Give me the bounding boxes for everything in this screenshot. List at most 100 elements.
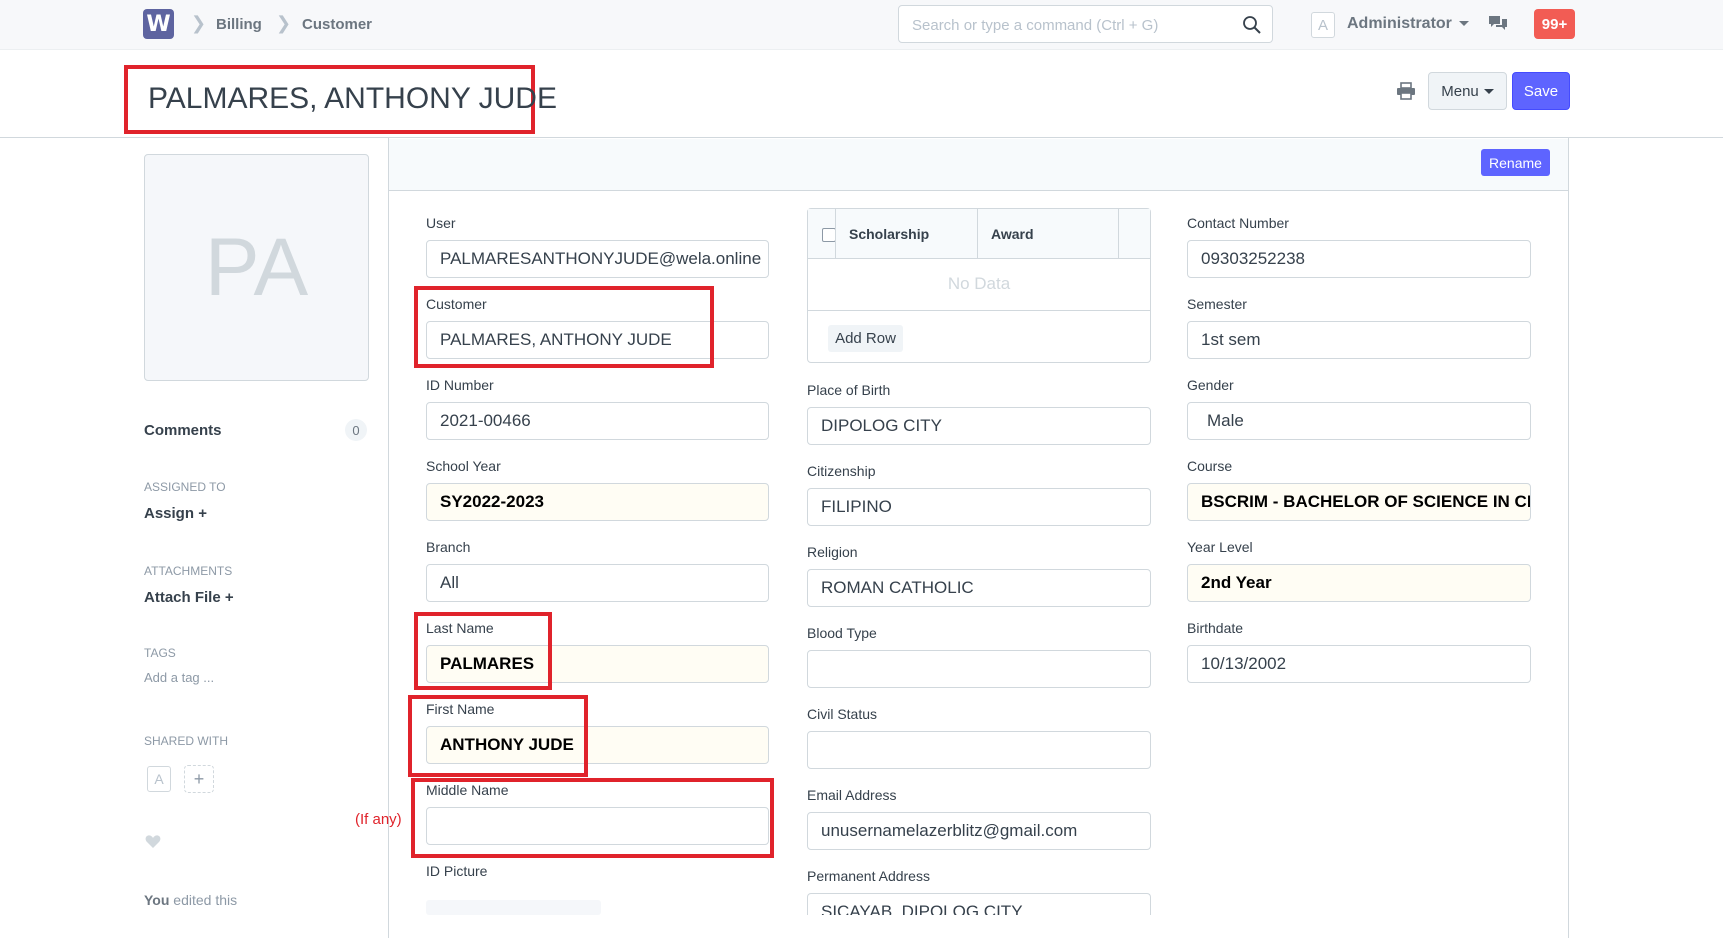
profile-image-placeholder[interactable]: PA — [144, 154, 369, 381]
activity-action: edited this — [173, 892, 238, 908]
activity-text: You edited this — [144, 892, 237, 908]
page-title: PALMARES, ANTHONY JUDE — [148, 82, 557, 115]
gender-label: Gender — [1187, 377, 1234, 393]
tags-label: TAGS — [144, 646, 176, 660]
user-name: Administrator — [1347, 15, 1452, 32]
navbar: W ❯ Billing ❯ Customer Search or type a … — [0, 0, 1723, 50]
assign-label: Assign — [144, 505, 195, 522]
search-icon[interactable] — [1242, 15, 1262, 35]
rename-button[interactable]: Rename — [1481, 149, 1550, 176]
birthdate-label: Birthdate — [1187, 620, 1244, 636]
permanent-address-label: Permanent Address — [807, 868, 930, 884]
citizenship-field[interactable]: FILIPINO — [807, 488, 1151, 526]
search-input[interactable]: Search or type a command (Ctrl + G) — [898, 5, 1273, 43]
column-divider — [835, 209, 836, 259]
school-year-field[interactable]: SY2022-2023 — [426, 483, 769, 521]
customer-highlight-box — [414, 286, 714, 368]
id-number-field[interactable]: 2021-00466 — [426, 402, 769, 440]
birthdate-field[interactable]: 10/13/2002 — [1187, 645, 1531, 683]
citizenship-label: Citizenship — [807, 463, 876, 479]
civil-status-field[interactable] — [807, 731, 1151, 769]
activity-user: You — [144, 892, 170, 908]
plus-icon: + — [193, 768, 205, 789]
title-highlight-box: PALMARES, ANTHONY JUDE — [124, 65, 557, 134]
chat-icon[interactable] — [1487, 14, 1509, 34]
user-menu[interactable]: Administrator — [1347, 15, 1469, 33]
school-year-label: School Year — [426, 458, 501, 474]
middle-name-highlight-box — [411, 778, 774, 858]
app-logo[interactable]: W — [143, 9, 174, 39]
menu-button-label: Menu — [1441, 82, 1479, 100]
column-header-scholarship: Scholarship — [849, 226, 930, 242]
attach-file-label: Attach File — [144, 589, 221, 606]
select-all-checkbox[interactable] — [822, 228, 836, 242]
add-share-button[interactable]: + — [184, 765, 214, 793]
breadcrumb-customer[interactable]: Customer — [302, 16, 372, 33]
religion-label: Religion — [807, 544, 858, 560]
scholarship-table: Scholarship Award No Data Add Row — [807, 208, 1151, 363]
place-of-birth-field[interactable]: DIPOLOG CITY — [807, 407, 1151, 445]
notification-badge[interactable]: 99+ — [1534, 9, 1575, 39]
id-number-label: ID Number — [426, 377, 494, 393]
assign-button[interactable]: Assign + — [144, 505, 207, 522]
semester-field[interactable]: 1st sem — [1187, 321, 1531, 359]
printer-icon[interactable] — [1396, 82, 1416, 100]
email-address-field[interactable]: unusernamelazerblitz@gmail.com — [807, 812, 1151, 850]
semester-label: Semester — [1187, 296, 1247, 312]
religion-field[interactable]: ROMAN CATHOLIC — [807, 569, 1151, 607]
assigned-to-label: ASSIGNED TO — [144, 480, 226, 494]
contact-number-field[interactable]: 09303252238 — [1187, 240, 1531, 278]
plus-icon: + — [198, 505, 207, 522]
comments-link[interactable]: Comments — [144, 422, 222, 439]
chevron-right-icon: ❯ — [276, 13, 292, 33]
permanent-address-value: SICAYAB, DIPOLOG CITY — [821, 902, 1023, 915]
column-header-award: Award — [991, 226, 1034, 242]
column-divider — [977, 209, 978, 259]
branch-field[interactable]: All — [426, 564, 769, 602]
breadcrumb-billing[interactable]: Billing — [216, 16, 262, 33]
shared-user-avatar[interactable]: A — [147, 766, 171, 792]
place-of-birth-label: Place of Birth — [807, 382, 891, 398]
caret-down-icon — [1458, 21, 1469, 27]
year-level-field[interactable]: 2nd Year — [1187, 564, 1531, 602]
blood-type-label: Blood Type — [807, 625, 877, 641]
plus-icon: + — [224, 589, 234, 606]
caret-down-icon — [1483, 88, 1494, 94]
course-field[interactable]: BSCRIM - BACHELOR OF SCIENCE IN CRIMINOL… — [1187, 483, 1531, 521]
table-divider — [808, 310, 1150, 311]
email-address-label: Email Address — [807, 787, 897, 803]
id-picture-label: ID Picture — [426, 863, 488, 879]
year-level-label: Year Level — [1187, 539, 1253, 555]
branch-label: Branch — [426, 539, 471, 555]
shared-with-label: SHARED WITH — [144, 734, 228, 748]
heart-icon[interactable] — [145, 834, 161, 849]
attach-file-button[interactable]: Attach File + — [144, 589, 234, 606]
chevron-right-icon: ❯ — [191, 13, 207, 33]
page-head: PALMARES, ANTHONY JUDE Menu Save — [0, 50, 1723, 138]
form-toolbar — [389, 139, 1568, 191]
avatar-initials: PA — [204, 221, 309, 313]
id-picture-upload[interactable] — [426, 900, 601, 915]
attachments-label: ATTACHMENTS — [144, 564, 233, 578]
permanent-address-field[interactable]: SICAYAB, DIPOLOG CITY — [807, 893, 1151, 915]
middle-name-note: (If any) — [355, 811, 402, 828]
add-tag-link[interactable]: Add a tag ... — [144, 670, 214, 685]
scholarship-table-header: Scholarship Award — [808, 209, 1150, 259]
last-name-highlight-box — [414, 612, 552, 690]
save-button[interactable]: Save — [1512, 72, 1570, 110]
civil-status-label: Civil Status — [807, 706, 878, 722]
user-field[interactable]: PALMARESANTHONYJUDE@wela.online — [426, 240, 769, 278]
comments-count-badge: 0 — [345, 419, 367, 441]
course-label: Course — [1187, 458, 1233, 474]
contact-number-label: Contact Number — [1187, 215, 1289, 231]
user-avatar[interactable]: A — [1311, 12, 1335, 38]
blood-type-field[interactable] — [807, 650, 1151, 688]
column-divider — [1118, 209, 1119, 259]
add-row-button[interactable]: Add Row — [828, 325, 903, 352]
empty-table-text: No Data — [947, 274, 1011, 293]
search-placeholder: Search or type a command (Ctrl + G) — [912, 17, 1159, 34]
gender-select[interactable]: Male — [1187, 402, 1531, 440]
user-label: User — [426, 215, 456, 231]
menu-button[interactable]: Menu — [1428, 72, 1507, 110]
first-name-highlight-box — [408, 695, 588, 777]
